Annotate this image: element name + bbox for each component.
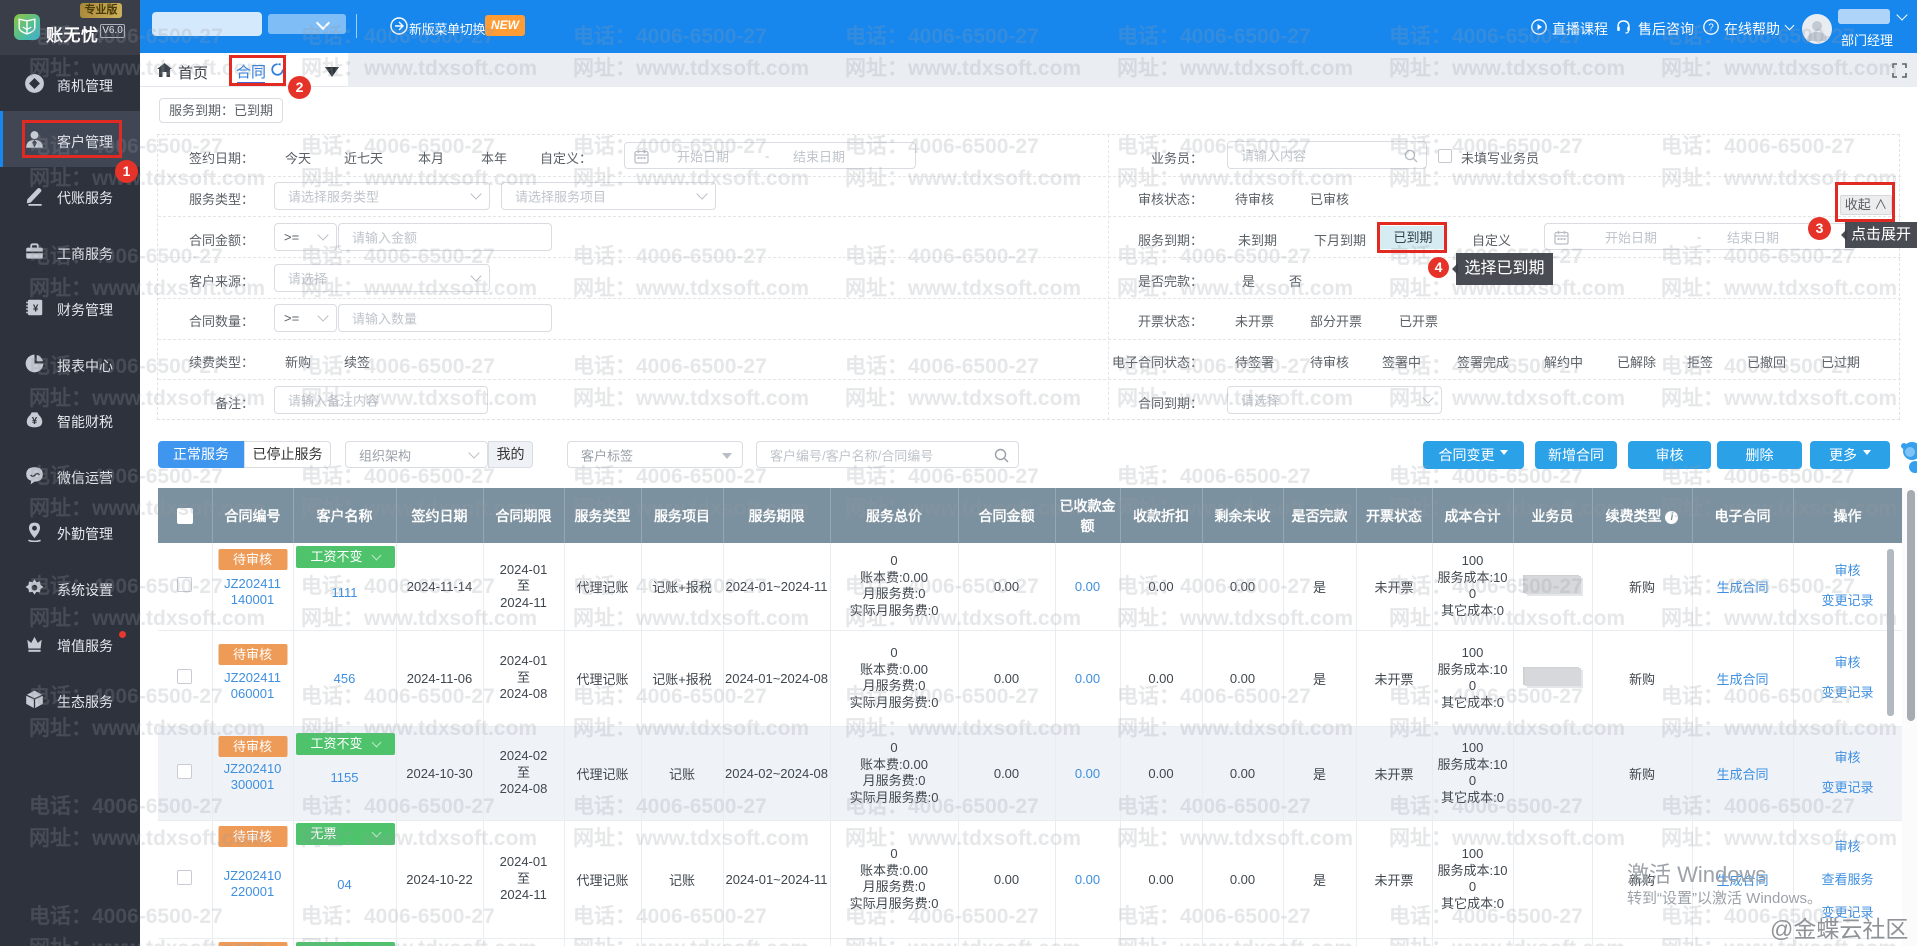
svg-text:?: ? (1708, 23, 1714, 34)
svg-text:¥: ¥ (32, 416, 38, 427)
svg-text:¥: ¥ (33, 303, 39, 314)
